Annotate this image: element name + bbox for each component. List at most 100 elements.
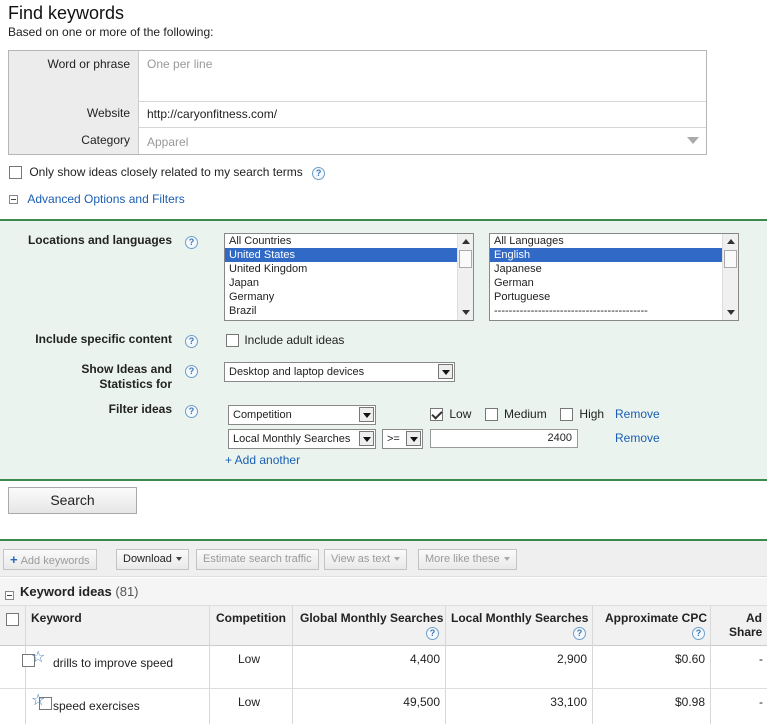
adult-ideas-row: Include adult ideas — [226, 333, 344, 348]
country-option[interactable]: Japan — [225, 276, 473, 290]
language-option[interactable]: All Languages — [490, 234, 738, 248]
filter1-field-select[interactable]: Competition — [228, 405, 376, 425]
question-mark-icon[interactable]: ? — [185, 236, 198, 249]
country-option[interactable]: All Countries — [225, 234, 473, 248]
keyword-ideas-title: Keyword ideas — [20, 584, 112, 599]
country-option[interactable]: Germany — [225, 290, 473, 304]
ad-share-header-line2[interactable]: Share — [729, 625, 762, 639]
scroll-up-icon[interactable] — [727, 239, 735, 244]
caret-down-icon — [503, 557, 510, 562]
language-option[interactable]: Portuguese — [490, 290, 738, 304]
low-label: Low — [449, 407, 472, 421]
advanced-options-toggle[interactable]: Advanced Options and Filters — [9, 192, 185, 206]
local-searches-cell: 2,900 — [556, 652, 587, 666]
question-mark-icon[interactable]: ? — [573, 627, 586, 640]
question-mark-icon[interactable]: ? — [185, 405, 198, 418]
add-another-link[interactable]: + Add another — [225, 453, 300, 467]
country-option[interactable]: Brazil — [225, 304, 473, 318]
competition-cell: Low — [238, 652, 261, 666]
medium-checkbox[interactable] — [484, 408, 498, 422]
star-icon[interactable]: ☆ — [31, 693, 45, 709]
question-mark-icon[interactable]: ? — [312, 167, 326, 180]
adult-ideas-checkbox[interactable] — [226, 334, 239, 348]
cpc-cell: $0.98 — [674, 695, 705, 709]
language-option[interactable]: Japanese — [490, 262, 738, 276]
countries-listbox[interactable]: All Countries United States United Kingdom… — [224, 233, 474, 321]
scroll-down-icon[interactable] — [462, 310, 470, 315]
only-related-checkbox[interactable] — [9, 166, 22, 180]
filter1-remove-link[interactable]: Remove — [615, 407, 660, 421]
scroll-up-icon[interactable] — [462, 239, 470, 244]
keyword-ideas-table: Keyword Competition Global Monthly Searc… — [0, 606, 767, 724]
star-icon[interactable]: ☆ — [31, 650, 45, 666]
chevron-down-icon — [438, 364, 453, 379]
languages-listbox[interactable]: All Languages English Japanese German Portug… — [489, 233, 739, 321]
scroll-thumb[interactable] — [724, 250, 737, 268]
high-label: High — [579, 407, 605, 421]
chevron-down-icon — [406, 431, 421, 446]
page-title: Find keywords — [8, 3, 125, 23]
row-divider — [0, 688, 767, 689]
select-all-checkbox[interactable] — [6, 613, 19, 627]
search-button[interactable]: Search — [8, 487, 137, 514]
filter2-field-select[interactable]: Local Monthly Searches — [228, 429, 376, 449]
specific-content-label: Include specific content — [35, 332, 172, 346]
language-option[interactable]: German — [490, 276, 738, 290]
language-option[interactable]: English — [490, 248, 738, 262]
keyword-ideas-count: (81) — [115, 584, 139, 599]
keyword-input-block: Word or phrase Website Category One per … — [8, 50, 707, 155]
website-label: Website — [86, 106, 130, 120]
view-as-text-button[interactable]: View as text — [324, 549, 408, 570]
question-mark-icon[interactable]: ? — [692, 627, 705, 640]
category-select[interactable]: Apparel — [139, 127, 706, 154]
filter2-value-input[interactable]: 2400 — [430, 429, 578, 448]
estimate-traffic-button[interactable]: Estimate search traffic — [196, 549, 319, 570]
minus-box-icon[interactable] — [5, 591, 14, 601]
global-searches-column-header[interactable]: Global Monthly Searches — [300, 611, 443, 625]
more-like-label: More like these — [425, 553, 500, 565]
countries-scrollbar[interactable] — [457, 234, 473, 320]
view-as-text-label: View as text — [331, 553, 391, 565]
local-searches-column-header[interactable]: Local Monthly Searches — [451, 611, 588, 625]
country-option[interactable]: United States — [225, 248, 473, 262]
question-mark-icon[interactable]: ? — [426, 627, 439, 640]
scroll-down-icon[interactable] — [727, 310, 735, 315]
keyword-link[interactable]: drills to improve speed — [53, 656, 173, 670]
advanced-options-link[interactable]: Advanced Options and Filters — [27, 192, 184, 206]
show-ideas-label-line1: Show Ideas and — [81, 362, 172, 376]
show-ideas-label-line2: Statistics for — [99, 377, 172, 391]
website-input[interactable]: http://caryonfitness.com/ — [139, 101, 706, 127]
caret-down-icon — [175, 557, 182, 562]
only-related-row: Only show ideas closely related to my se… — [9, 165, 326, 180]
question-mark-icon[interactable]: ? — [185, 365, 198, 378]
local-searches-cell: 33,100 — [550, 695, 587, 709]
word-phrase-placeholder: One per line — [147, 57, 213, 71]
more-like-these-button[interactable]: More like these — [418, 549, 517, 570]
country-option[interactable]: United Kingdom — [225, 262, 473, 276]
download-button[interactable]: Download — [116, 549, 189, 570]
low-checkbox[interactable] — [430, 408, 443, 422]
add-keywords-label: Add keywords — [20, 555, 90, 567]
add-keywords-button[interactable]: + Add keywords — [3, 549, 97, 570]
language-option[interactable]: ----------------------------------------… — [490, 304, 738, 318]
column-divider — [592, 606, 593, 724]
languages-scrollbar[interactable] — [722, 234, 738, 320]
word-phrase-label: Word or phrase — [47, 57, 130, 71]
keyword-link[interactable]: speed exercises — [53, 699, 140, 713]
keyword-column-header[interactable]: Keyword — [31, 611, 82, 625]
competition-levels: Low Medium High — [430, 407, 605, 422]
competition-cell: Low — [238, 695, 261, 709]
competition-column-header[interactable]: Competition — [216, 611, 286, 625]
question-mark-icon[interactable]: ? — [185, 335, 198, 348]
ad-share-header-line1[interactable]: Ad — [746, 611, 762, 625]
category-value: Apparel — [147, 135, 189, 149]
word-phrase-textarea[interactable]: One per line — [139, 51, 706, 101]
filter2-operator-select[interactable]: >= — [382, 429, 423, 449]
scroll-thumb[interactable] — [459, 250, 472, 268]
device-select[interactable]: Desktop and laptop devices — [224, 362, 455, 382]
filter2-remove-link[interactable]: Remove — [615, 431, 660, 445]
show-ideas-label: Show Ideas and Statistics for — [20, 362, 172, 391]
cpc-column-header[interactable]: Approximate CPC — [605, 611, 707, 625]
locations-label: Locations and languages — [27, 233, 172, 247]
high-checkbox[interactable] — [560, 408, 574, 422]
